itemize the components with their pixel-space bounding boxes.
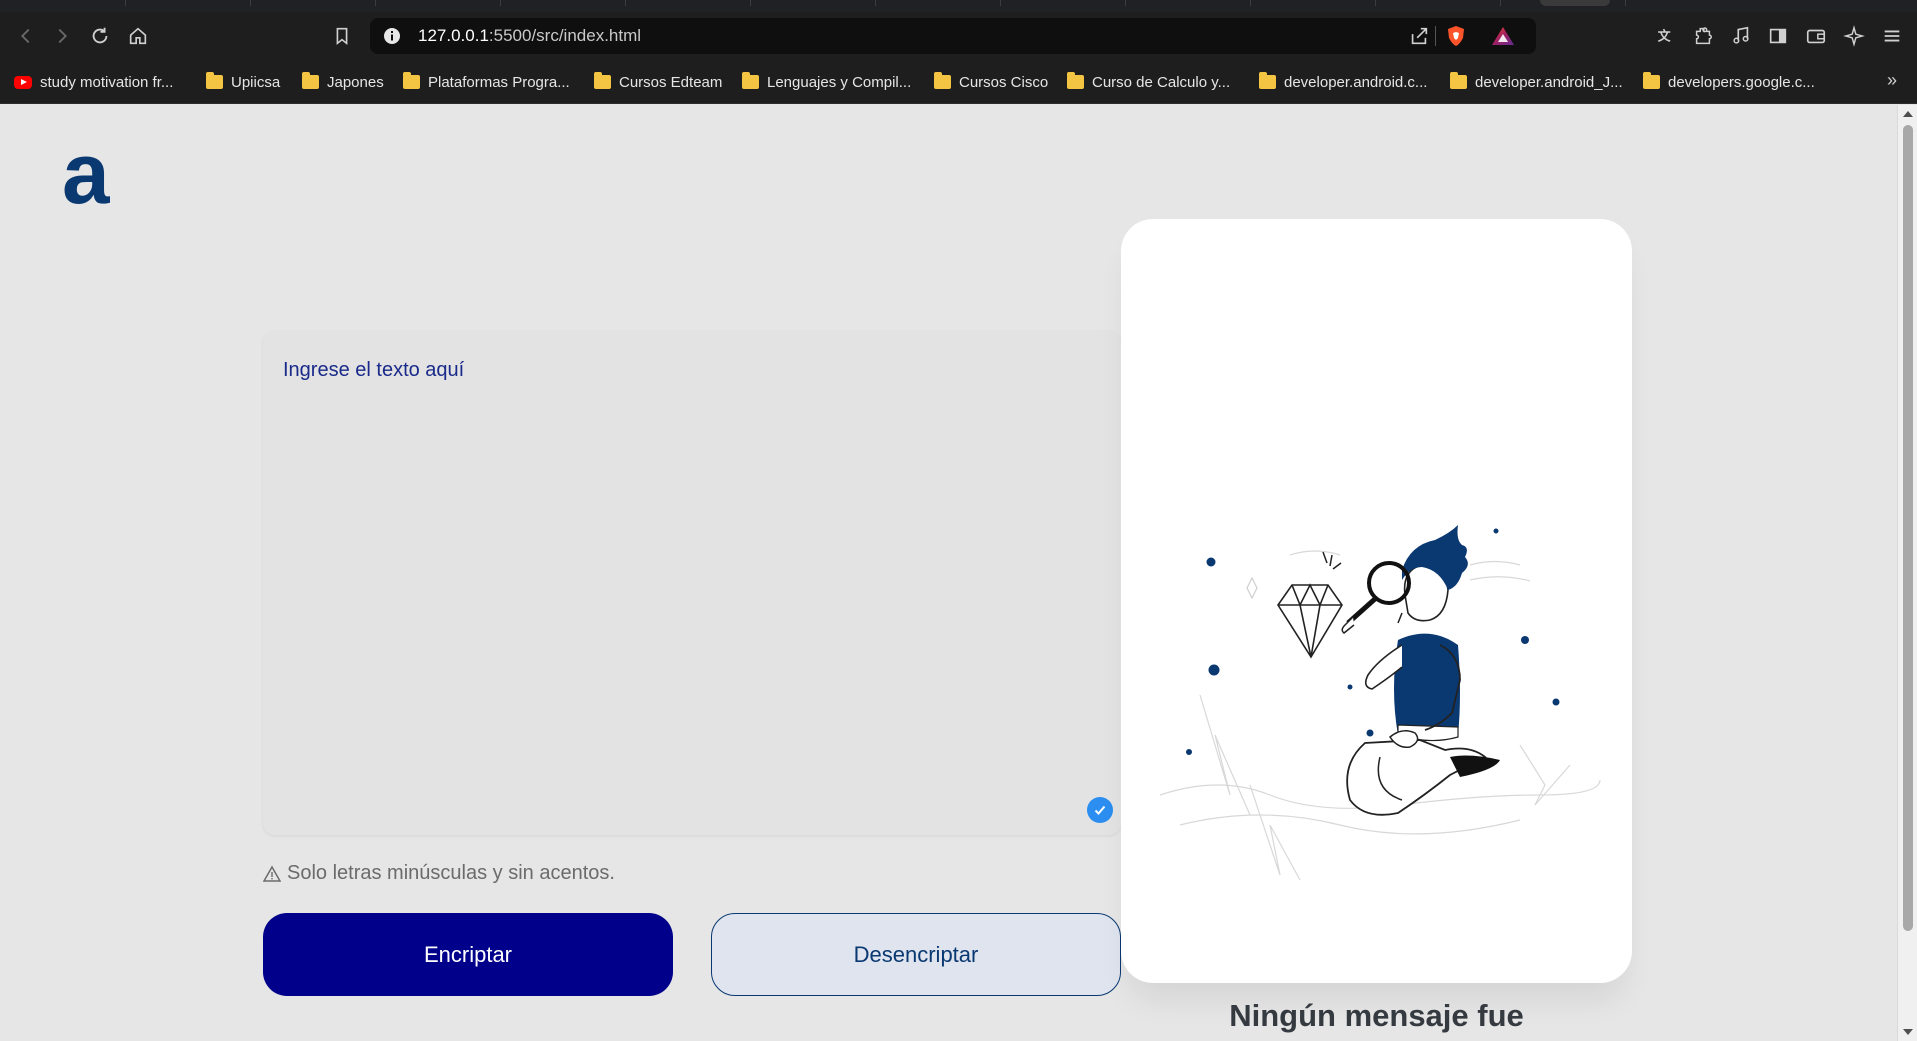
bookmark-developer-android-c[interactable]: developer.android.c... [1259,68,1427,96]
folder-icon [742,72,759,89]
bookmark-calculo[interactable]: Curso de Calculo y... [1067,68,1230,96]
media-icon[interactable] [1725,20,1757,52]
folder-icon [1450,72,1467,89]
folder-icon [206,72,223,89]
encrypt-button[interactable]: Encriptar [263,913,673,996]
message-input[interactable] [263,331,1121,835]
folder-icon [934,72,951,89]
more-bookmarks-icon[interactable]: » [1887,70,1897,91]
tab-separator [375,0,376,6]
tab-separator [750,0,751,6]
alura-logo: a [62,135,110,211]
share-icon[interactable] [1408,25,1430,47]
extensions-icon[interactable] [1687,20,1719,52]
folder-icon [1643,72,1660,89]
tab-separator [250,0,251,6]
youtube-icon [14,75,32,89]
text-input-container [263,331,1121,835]
grammar-check-icon[interactable] [1087,797,1113,823]
bookmark-cursos-cisco[interactable]: Cursos Cisco [934,68,1048,96]
url-text[interactable]: 127.0.0.1:5500/src/index.html [418,18,641,54]
sidebar-icon[interactable] [1762,20,1794,52]
reload-icon[interactable] [84,20,116,52]
tab-separator [1250,0,1251,6]
brave-shields-icon[interactable] [1444,24,1468,48]
wallet-icon[interactable] [1800,20,1832,52]
bookmark-study-motivation[interactable]: study motivation fr... [14,68,173,96]
bookmark-lenguajes[interactable]: Lenguajes y Compil... [742,68,911,96]
tab-separator [1500,0,1501,6]
tab-separator [1625,0,1626,6]
bookmark-plataformas[interactable]: Plataformas Progra... [403,68,570,96]
bookmark-cursos-edteam[interactable]: Cursos Edteam [594,68,722,96]
folder-icon [302,72,319,89]
back-icon[interactable] [10,20,42,52]
forward-icon[interactable] [46,20,78,52]
output-heading: Ningún mensaje fue [1229,998,1524,1033]
svg-text:文: 文 [1658,29,1671,45]
warning-icon [263,864,281,882]
folder-icon [1067,72,1084,89]
bookmark-developers-google[interactable]: developers.google.c... [1643,68,1815,96]
leo-ai-icon[interactable] [1838,20,1870,52]
folder-icon [594,72,611,89]
scrollbar-thumb[interactable] [1903,125,1913,931]
page-scrollbar[interactable] [1897,105,1917,1041]
warning-text: Solo letras minúsculas y sin acentos. [287,862,615,884]
tab-separator [1375,0,1376,6]
translate-icon[interactable]: 文 [1650,20,1682,52]
tab-separator [875,0,876,6]
bookmark-icon[interactable] [326,20,358,52]
bookmark-upiicsa[interactable]: Upiicsa [206,68,280,96]
scroll-down-icon[interactable] [1903,1029,1913,1035]
input-warning: Solo letras minúsculas y sin acentos. [263,862,615,885]
menu-icon[interactable] [1876,20,1908,52]
omnibox-divider [1435,26,1436,46]
brave-rewards-icon[interactable] [1490,24,1516,48]
decrypt-button[interactable]: Desencriptar [711,913,1121,996]
address-bar[interactable]: 127.0.0.1:5500/src/index.html [370,18,1536,54]
tab-separator [1000,0,1001,6]
bookmark-japones[interactable]: Japones [302,68,384,96]
page-viewport: a Solo letras minúsculas y sin acentos. … [0,105,1897,1041]
site-info-icon[interactable] [382,26,402,46]
svg-text:a: a [62,135,110,211]
folder-icon [1259,72,1276,89]
bookmark-developer-android-j[interactable]: developer.android_J... [1450,68,1623,96]
search-illustration [1159,525,1601,881]
tab-separator [125,0,126,6]
home-icon[interactable] [122,20,154,52]
bookmarks-bar: study motivation fr... Upiicsa Japones P… [0,60,1917,104]
active-tab[interactable] [1540,0,1610,6]
browser-toolbar: 127.0.0.1:5500/src/index.html 文 [0,12,1917,60]
tab-separator [500,0,501,6]
tab-strip [0,0,1917,12]
tab-separator [1125,0,1126,6]
folder-icon [403,72,420,89]
tab-separator [625,0,626,6]
scroll-up-icon[interactable] [1903,111,1913,117]
